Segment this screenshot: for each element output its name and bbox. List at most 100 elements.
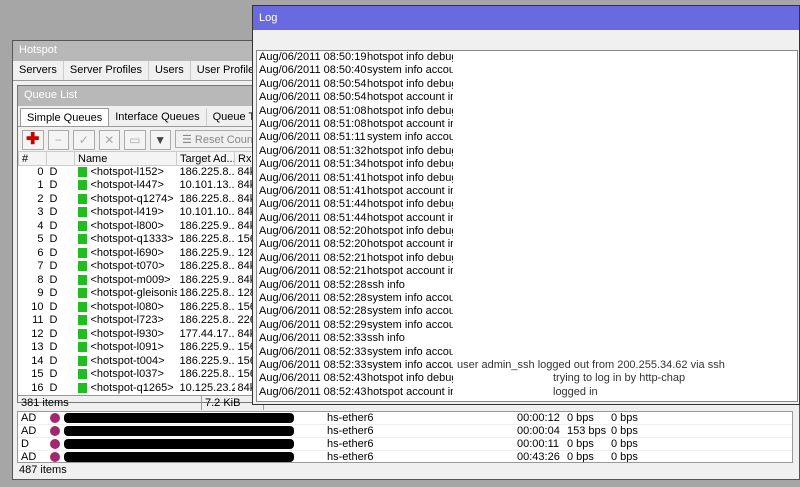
cell: <hotspot-gleisonis... [75, 287, 177, 301]
table-row[interactable]: 7 D <hotspot-t070> 186.225.8... 84k [19, 260, 265, 274]
log-entry[interactable]: Aug/06/2011 08:52:20hotspot account in..… [257, 238, 797, 251]
log-topics: hotspot info debug [367, 51, 453, 63]
log-topics: hotspot account in... [367, 238, 453, 251]
log-entry[interactable]: Aug/06/2011 08:50:54hotspot account in..… [257, 91, 797, 104]
log-entry[interactable]: Aug/06/2011 08:52:28system info account [257, 292, 797, 305]
tab-hotspot[interactable]: Users [149, 61, 191, 80]
log-topics: hotspot account in... [367, 184, 453, 197]
cell-text: <hotspot-t070> [90, 260, 165, 273]
log-entry[interactable]: Aug/06/2011 08:52:28system info account [257, 305, 797, 318]
log-entry[interactable]: Aug/06/2011 08:50:54 hotspot info debug [257, 78, 797, 91]
log-topics: system info account [367, 64, 453, 77]
log-entry[interactable]: Aug/06/2011 08:52:21 hotspot info debug [257, 252, 797, 265]
table-row[interactable]: 16 D <hotspot-q1265> 10.125.23.2 84k [19, 382, 265, 396]
log-entry[interactable]: Aug/06/2011 08:52:33system info account [257, 346, 797, 359]
cell: 186.225.8... [177, 301, 235, 315]
log-entry[interactable]: Aug/06/2011 08:50:19 hotspot info debug [257, 51, 797, 64]
log-entry[interactable]: Aug/06/2011 08:52:33system info account u… [257, 359, 797, 372]
log-entry[interactable]: Aug/06/2011 08:52:28 ssh info [257, 279, 797, 292]
column-header[interactable]: # [18, 151, 47, 166]
cell: D [47, 206, 75, 220]
table-row[interactable]: 9D<hotspot-gleisonis...186.225.8...128k [19, 287, 265, 301]
table-row[interactable]: 4 D <hotspot-l800> 186.225.9... 84k [19, 220, 265, 234]
cell: 6 [19, 247, 47, 261]
queue-icon [77, 355, 87, 366]
cell: 13 [19, 341, 47, 355]
log-entry[interactable]: Aug/06/2011 08:50:40system info account [257, 64, 797, 77]
table-row[interactable]: 0 D <hotspot-l152> 186.225.8... 84k [19, 166, 265, 180]
log-entry[interactable]: Aug/06/2011 08:51:41hotspot account in..… [257, 185, 797, 198]
table-row[interactable]: AD hs-ether6 00:43:26 0 bps 0 bps [18, 451, 792, 462]
add-icon[interactable]: ✚ [22, 130, 44, 150]
cell-text: <hotspot-l723> [90, 314, 164, 327]
cell: 186.225.8... [177, 314, 235, 328]
table-row[interactable]: 11 D <hotspot-l723> 186.225.8... 226k [19, 314, 265, 328]
table-row[interactable]: AD hs-ether6 00:00:12 0 bps 0 bps [18, 412, 792, 425]
log-entry[interactable]: Aug/06/2011 08:51:32 hotspot info debug [257, 145, 797, 158]
log-time: Aug/06/2011 08:52:20 [259, 225, 367, 238]
table-row[interactable]: 3 D <hotspot-l419> 10.101.10... 84k [19, 206, 265, 220]
cell: D [47, 193, 75, 207]
tab-hotspot[interactable]: Server Profiles [64, 61, 150, 80]
log-list[interactable]: Aug/06/2011 08:50:19 hotspot info debug Au… [256, 50, 798, 402]
log-entry[interactable]: Aug/06/2011 08:52:33 ssh info [257, 332, 797, 345]
log-entry[interactable]: Aug/06/2011 08:52:20 hotspot info debug [257, 225, 797, 238]
cell-text: 15 [31, 368, 44, 381]
table-row[interactable]: 6 D <hotspot-l690> 186.225.9... 128k [19, 247, 265, 261]
cell: <hotspot-t070> [75, 260, 177, 274]
cell-text: 6 [37, 246, 44, 259]
tab-queue[interactable]: Interface Queues [109, 108, 207, 126]
tab-queue[interactable]: Simple Queues [20, 108, 110, 126]
cell: 186.225.8... [177, 166, 235, 180]
table-row[interactable]: 2 D <hotspot-q1274> 186.225.8... 84k [19, 193, 265, 207]
table-row[interactable]: 8 D <hotspot-m009> 186.225.9... 84k [19, 274, 265, 288]
filter-icon[interactable]: ▼ [149, 130, 171, 150]
log-entry[interactable]: Aug/06/2011 08:51:08 hotspot info debug [257, 105, 797, 118]
reset-counters-button[interactable]: ☰ Reset Coun [175, 130, 261, 148]
log-time: Aug/06/2011 08:52:28 [259, 278, 367, 291]
table-row[interactable]: Dhs-ether6 00:00:11 0 bps 0 bps [18, 438, 792, 451]
table-row[interactable]: AD hs-ether6 00:00:04 153 bps 0 bps [18, 425, 792, 438]
log-entry[interactable]: Aug/06/2011 08:51:34 hotspot info debug [257, 158, 797, 171]
cell-text: D [49, 206, 58, 219]
table-row[interactable]: 12 D <hotspot-l930> 177.44.17... 84k [19, 328, 265, 342]
log-entry[interactable]: Aug/06/2011 08:51:08hotspot account in..… [257, 118, 797, 131]
cell-text: <hotspot-l690> [90, 246, 164, 259]
table-row[interactable]: 15 D <hotspot-l037> 186.225.8... 156k [19, 368, 265, 382]
log-entry[interactable]: Aug/06/2011 08:51:41 hotspot info debug [257, 172, 797, 185]
column-header[interactable]: Target Ad... [176, 151, 235, 166]
queue-icon [77, 193, 87, 204]
log-entry[interactable]: Aug/06/2011 08:52:43 hotspot info debug tr… [257, 372, 797, 385]
log-entry[interactable]: Aug/06/2011 08:52:43hotspot account in..… [257, 386, 797, 399]
cell-text: D [49, 314, 58, 327]
cell-text: 186.225.8... [179, 233, 235, 246]
queue-icon [77, 207, 87, 218]
comment-icon[interactable]: ▭ [124, 130, 146, 150]
log-entry[interactable]: Aug/06/2011 08:51:11system info account [257, 131, 797, 144]
cell-text: D [49, 273, 58, 286]
log-entry[interactable]: Aug/06/2011 08:52:21hotspot account in..… [257, 265, 797, 278]
cell-text: 186.225.9... [179, 354, 235, 367]
log-message [453, 145, 457, 158]
remove-icon[interactable]: − [47, 130, 69, 150]
cell: D [21, 438, 29, 450]
log-entry[interactable]: Aug/06/2011 08:51:44 hotspot info debug [257, 198, 797, 211]
table-row[interactable]: 10 D <hotspot-l080> 186.225.8... 156k [19, 301, 265, 315]
table-row[interactable]: 14 D <hotspot-t004> 186.225.9... 156k [19, 355, 265, 369]
log-entry[interactable]: Aug/06/2011 08:52:29system info account [257, 319, 797, 332]
log-entry[interactable]: Aug/06/2011 08:51:44hotspot account in..… [257, 212, 797, 225]
cell-text: 10 [31, 300, 44, 313]
log-message [453, 332, 457, 345]
column-header[interactable]: Name [74, 151, 177, 166]
table-row[interactable]: 13 D <hotspot-l091> 186.225.9... 156k [19, 341, 265, 355]
table-row[interactable]: 5 D <hotspot-q1333> 186.225.8... 156k [19, 233, 265, 247]
disable-icon[interactable]: ✕ [98, 130, 120, 150]
enable-icon[interactable]: ✓ [73, 130, 95, 150]
cell-text: 186.225.8... [179, 287, 235, 300]
column-header[interactable] [46, 151, 75, 166]
tab-hotspot[interactable]: Servers [13, 61, 64, 80]
cell: 0 bps [611, 438, 638, 450]
cell: <hotspot-t004> [75, 355, 177, 369]
table-row[interactable]: 1 D <hotspot-l447> 10.101.13... 84k [19, 179, 265, 193]
queue-icon [77, 180, 87, 191]
